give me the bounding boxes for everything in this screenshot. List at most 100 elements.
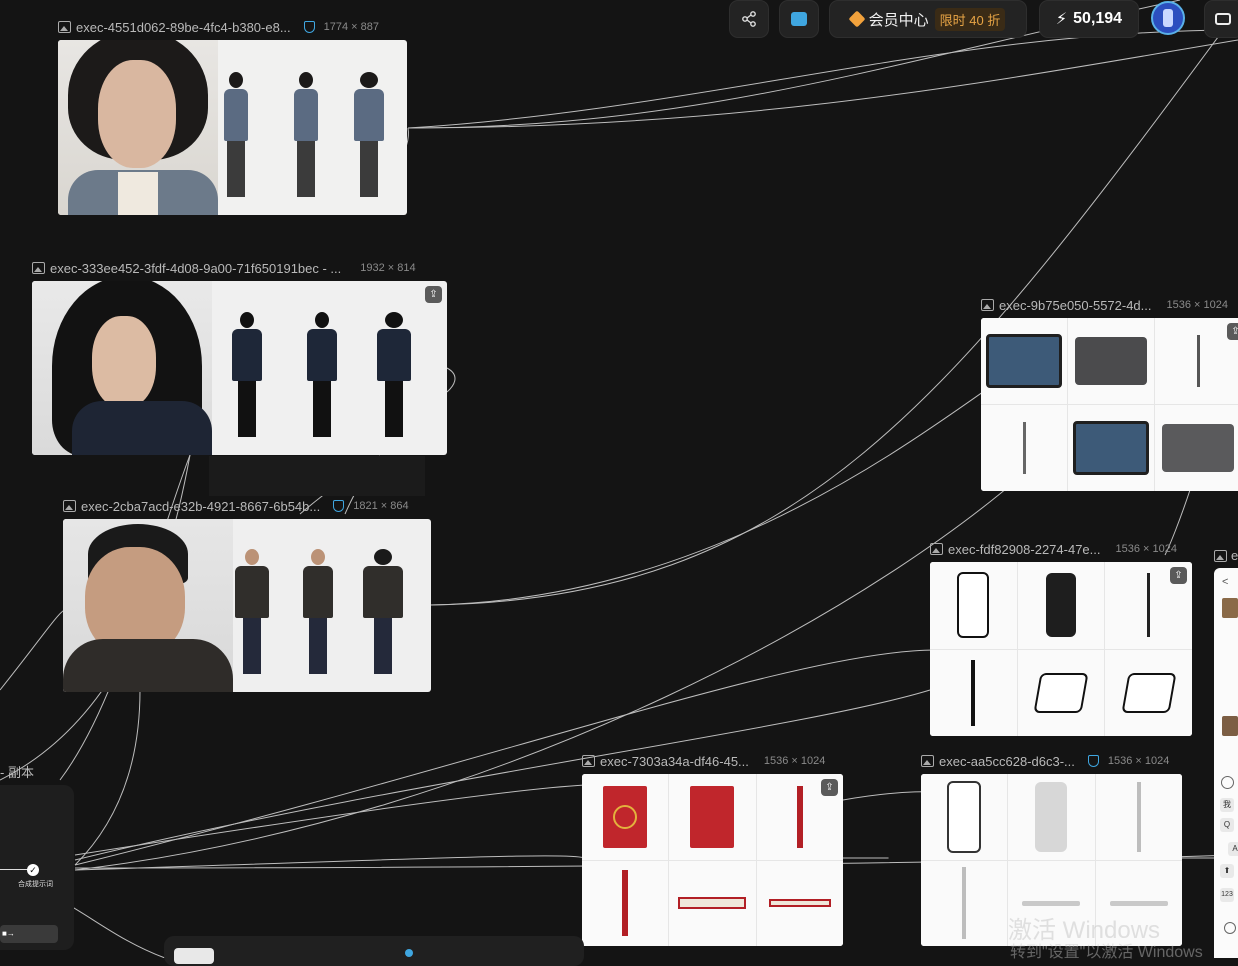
share-icon (742, 11, 756, 27)
shift-key[interactable]: ⬆ (1220, 864, 1234, 878)
node-title: exec-4551d062-89be-4fc4-b380-e8... (76, 19, 291, 35)
globe-icon[interactable] (1224, 922, 1236, 934)
node-header: exec-7303a34a-df46-45... 1536 × 1024 (582, 752, 825, 770)
product-grid (930, 562, 1192, 736)
image-preview[interactable]: ⇪ (981, 318, 1238, 491)
upload-icon[interactable]: ⇪ (1227, 323, 1238, 340)
image-preview[interactable]: ⇪ (582, 774, 843, 946)
image-preview[interactable]: ⇪ (32, 281, 447, 455)
bottom-toolbar[interactable] (164, 936, 584, 966)
side-panel[interactable]: < 我 Q A ⬆ 123 (1214, 568, 1238, 958)
node-title: exec-fdf82908-2274-47e... (948, 541, 1101, 557)
credits-button[interactable]: ⚡ 50,194 (1039, 0, 1139, 38)
thumbnail[interactable] (1222, 598, 1238, 618)
settings-icon[interactable] (1221, 776, 1234, 789)
image-preview[interactable]: ⇪ (930, 562, 1192, 736)
node-dimensions: 1536 × 1024 (763, 755, 826, 767)
node-header: exec-aa5cc628-d6c3-... 1536 × 1024 (921, 752, 1169, 770)
user-avatar[interactable] (1151, 1, 1185, 35)
workflow-panel[interactable]: ✓ 合成提示词 ■→ (0, 785, 74, 950)
full-body-side (294, 72, 318, 197)
upload-icon[interactable]: ⇪ (821, 779, 838, 796)
diamond-icon (848, 10, 866, 28)
node-header: exec-2cba7acd-e32b-4921-8667-6b54b... 18… (63, 497, 409, 515)
node-header: exec-333ee452-3fdf-4d08-9a00-71f650191be… (32, 259, 416, 277)
image-icon (582, 755, 595, 767)
image-icon (930, 543, 943, 555)
verified-shield-icon (1087, 755, 1099, 767)
key-q[interactable]: Q (1220, 818, 1234, 832)
panel-icon (1215, 13, 1231, 25)
portrait-closeup (58, 40, 218, 215)
node-dimensions: 1536 × 1024 (1166, 299, 1228, 311)
key-a[interactable]: A (1228, 842, 1238, 856)
node-dimensions: 1536 × 1024 (1107, 755, 1170, 767)
full-body-back (377, 312, 411, 437)
avatar-glyph (1163, 9, 1173, 27)
vip-label: 会员中心 (868, 11, 929, 29)
image-icon (921, 755, 934, 767)
full-body-side (303, 549, 333, 674)
action-button[interactable]: ■→ (0, 925, 58, 943)
node-header: exec-4551d062-89be-4fc4-b380-e8... 1774 … (58, 18, 379, 36)
key-123[interactable]: 123 (1220, 888, 1234, 902)
verified-shield-icon (303, 21, 315, 33)
windows-activation-hint: 转到"设置"以激活 Windows (1010, 944, 1203, 961)
verified-shield-icon (333, 500, 345, 512)
image-node-2[interactable]: exec-333ee452-3fdf-4d08-9a00-71f650191be… (32, 261, 447, 455)
node-dimensions: 1932 × 814 (360, 262, 416, 274)
lightning-icon: ⚡ (1055, 11, 1068, 28)
full-body-side (307, 312, 337, 437)
image-node-5[interactable]: exec-fdf82908-2274-47e... 1536 × 1024 ⇪ (930, 542, 1192, 736)
vip-center-button[interactable]: 会员中心 限时 40 折 (829, 0, 1027, 38)
image-preview[interactable] (63, 519, 431, 692)
full-body-back (354, 72, 384, 197)
node-title: exec-9b75e050-5572-4d... (999, 297, 1152, 313)
image-icon (1214, 549, 1227, 562)
node-label: 合成提示词 (18, 881, 53, 888)
node-dimensions: 1774 × 887 (323, 21, 380, 33)
full-body-front (235, 549, 269, 674)
image-icon (981, 299, 994, 311)
image-preview[interactable] (58, 40, 407, 215)
check-icon: ✓ (27, 864, 39, 876)
discount-badge: 限时 40 折 (934, 7, 1006, 31)
upload-icon[interactable]: ⇪ (425, 286, 442, 303)
image-icon (32, 262, 45, 274)
toolbar-indicator (405, 949, 413, 957)
image-icon (63, 500, 76, 512)
node-title: e (1231, 548, 1238, 563)
share-button[interactable] (729, 0, 769, 38)
thumbnail[interactable] (1222, 716, 1238, 736)
store-icon (791, 12, 807, 26)
upload-icon[interactable]: ⇪ (1170, 567, 1187, 584)
full-body-back (363, 549, 403, 674)
node-header: exec-fdf82908-2274-47e... 1536 × 1024 (930, 540, 1177, 558)
image-icon (58, 21, 71, 33)
credits-count: 50,194 (1073, 10, 1123, 27)
node-title: exec-7303a34a-df46-45... (600, 753, 749, 769)
workflow-label: - 副本 (0, 765, 34, 780)
image-node-4[interactable]: exec-9b75e050-5572-4d... 1536 × 1024 ⇪ (981, 298, 1238, 491)
key-wo[interactable]: 我 (1220, 798, 1234, 812)
toolbar-button[interactable] (174, 948, 214, 964)
product-grid (981, 318, 1238, 491)
full-body-front (224, 72, 248, 197)
portrait-closeup (63, 519, 233, 692)
node-dimensions: 1536 × 1024 (1115, 543, 1177, 555)
full-body-front (232, 312, 262, 437)
store-button[interactable] (779, 0, 819, 38)
image-node-1[interactable]: exec-4551d062-89be-4fc4-b380-e8... 1774 … (58, 20, 407, 215)
product-grid (582, 774, 843, 946)
more-button[interactable] (1204, 0, 1238, 38)
node-title: exec-aa5cc628-d6c3-... (939, 753, 1075, 769)
partial-node-header: e (1214, 548, 1238, 563)
node-title: exec-2cba7acd-e32b-4921-8667-6b54b... (81, 498, 321, 514)
node-title: exec-333ee452-3fdf-4d08-9a00-71f650191be… (50, 260, 342, 276)
node-header: exec-9b75e050-5572-4d... 1536 × 1024 (981, 296, 1228, 314)
node-dimensions: 1821 × 864 (353, 500, 409, 512)
image-node-6[interactable]: exec-7303a34a-df46-45... 1536 × 1024 ⇪ (582, 754, 843, 946)
image-node-3[interactable]: exec-2cba7acd-e32b-4921-8667-6b54b... 18… (63, 499, 431, 692)
portrait-closeup (32, 281, 212, 455)
back-icon[interactable]: < (1222, 576, 1228, 588)
